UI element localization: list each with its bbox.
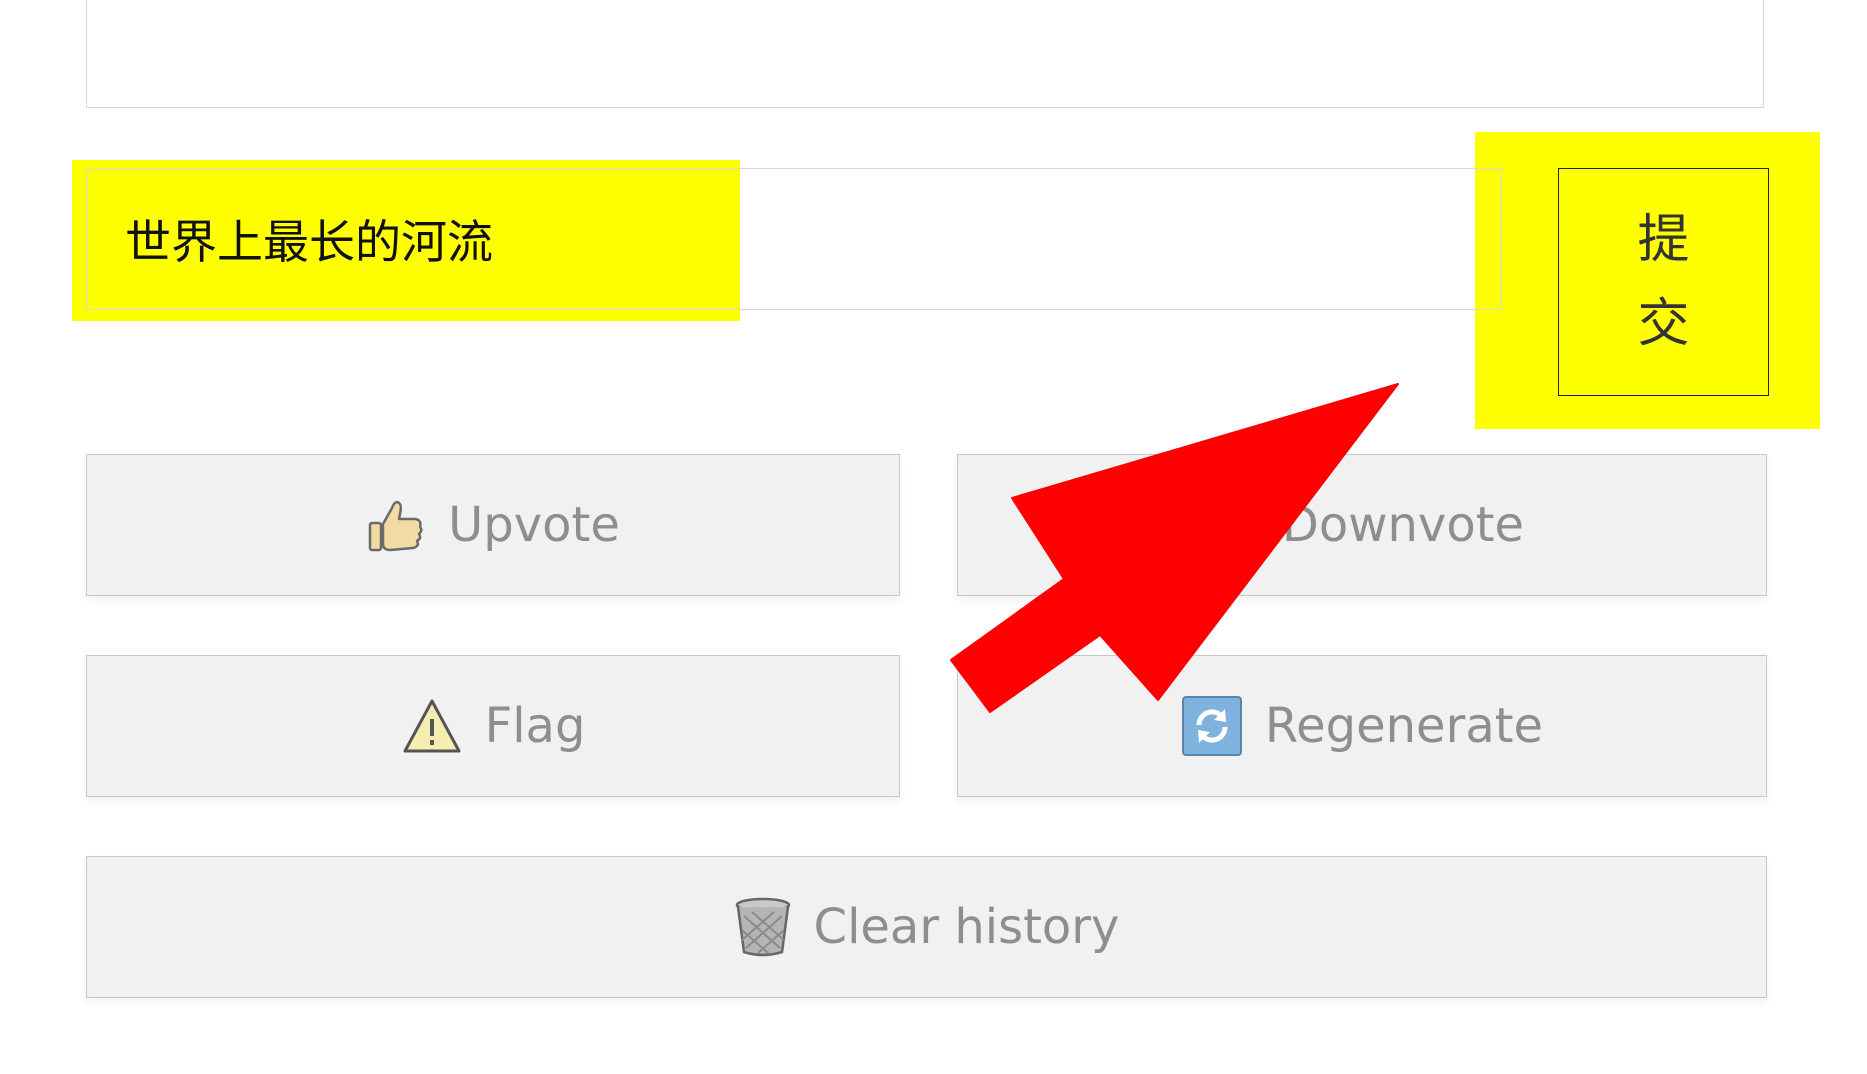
regenerate-button[interactable]: Regenerate [957, 655, 1767, 797]
refresh-icon [1181, 695, 1243, 757]
trash-icon [734, 896, 792, 958]
clear-history-button[interactable]: Clear history [86, 856, 1767, 998]
warning-icon [401, 697, 463, 755]
message-input-text: 世界上最长的河流 [125, 215, 493, 269]
chatbot-output-area [86, 0, 1764, 108]
flag-label: Flag [484, 698, 586, 754]
thumbs-up-icon [366, 495, 426, 555]
thumbs-down-icon [1200, 495, 1260, 555]
message-input[interactable]: 世界上最长的河流 [86, 168, 1502, 310]
upvote-label: Upvote [448, 497, 620, 553]
flag-button[interactable]: Flag [86, 655, 900, 797]
downvote-button[interactable]: Downvote [957, 454, 1767, 596]
submit-button[interactable]: 提交 [1558, 168, 1769, 396]
clear-history-label: Clear history [813, 899, 1120, 955]
upvote-button[interactable]: Upvote [86, 454, 900, 596]
downvote-label: Downvote [1281, 497, 1525, 553]
regenerate-label: Regenerate [1264, 698, 1544, 754]
submit-button-label: 提交 [1637, 210, 1690, 354]
